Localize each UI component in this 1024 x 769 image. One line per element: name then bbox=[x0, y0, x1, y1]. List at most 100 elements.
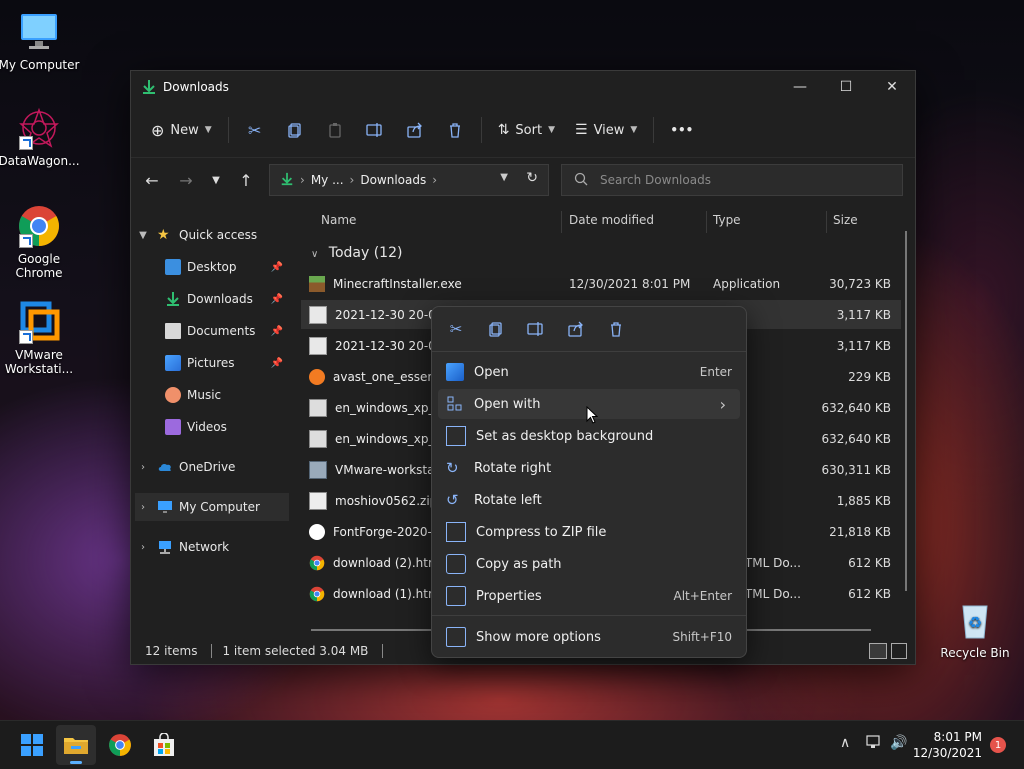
start-button[interactable] bbox=[12, 725, 52, 765]
delete-button[interactable] bbox=[596, 309, 636, 349]
zip-file-icon bbox=[309, 491, 327, 510]
desktop-icon-recycle-bin[interactable]: ♻ Recycle Bin bbox=[932, 598, 1018, 660]
recent-locations-button[interactable]: ▼ bbox=[203, 164, 229, 196]
chevron-down-icon: ▼ bbox=[212, 174, 220, 186]
menu-item-label: Set as desktop background bbox=[476, 428, 654, 444]
chevron-right-icon[interactable]: › bbox=[135, 462, 151, 473]
share-button[interactable] bbox=[395, 112, 435, 148]
maximize-button[interactable]: ☐ bbox=[823, 71, 869, 103]
back-button[interactable]: ← bbox=[135, 164, 169, 196]
delete-button[interactable] bbox=[435, 112, 475, 148]
column-header-date-modified[interactable]: Date modified bbox=[569, 213, 654, 227]
menu-item-set-as-desktop-background[interactable]: Set as desktop background bbox=[438, 421, 740, 451]
taskbar-chrome[interactable] bbox=[100, 725, 140, 765]
file-size: 612 KB bbox=[848, 586, 891, 601]
sidebar-item-my-computer[interactable]: › My Computer bbox=[135, 493, 289, 521]
minimize-button[interactable]: — bbox=[777, 71, 823, 103]
menu-item-label: Rotate left bbox=[474, 492, 542, 508]
menu-item-rotate-right[interactable]: ↻ Rotate right bbox=[438, 453, 740, 483]
forward-button[interactable]: → bbox=[169, 164, 203, 196]
column-divider[interactable] bbox=[706, 211, 707, 233]
column-header-size[interactable]: Size bbox=[833, 213, 858, 227]
desktop-icon-label: My Computer bbox=[0, 58, 80, 72]
details-view-button[interactable] bbox=[869, 643, 887, 659]
column-header-type[interactable]: Type bbox=[713, 213, 741, 227]
column-header-name[interactable]: Name bbox=[321, 213, 356, 227]
large-icons-view-button[interactable] bbox=[891, 643, 907, 659]
new-button[interactable]: ⊕ New ▼ bbox=[141, 112, 222, 148]
search-box[interactable] bbox=[561, 164, 903, 196]
network-tray-icon[interactable] bbox=[866, 735, 882, 753]
menu-item-properties[interactable]: Properties Alt+Enter bbox=[438, 581, 740, 611]
chrome-icon bbox=[309, 555, 325, 571]
address-bar[interactable]: › My ... › Downloads › ▼ ↻ bbox=[269, 164, 549, 196]
rename-button[interactable] bbox=[516, 309, 556, 349]
paste-button[interactable] bbox=[315, 112, 355, 148]
view-button[interactable]: ☰ View ▼ bbox=[565, 112, 647, 148]
cut-button[interactable]: ✂ bbox=[436, 309, 476, 349]
pin-icon[interactable]: 📌 bbox=[271, 294, 283, 305]
title-bar[interactable]: Downloads — ☐ ✕ bbox=[131, 71, 915, 103]
menu-item-label: Show more options bbox=[476, 629, 601, 645]
breadcrumb-downloads[interactable]: Downloads bbox=[360, 173, 426, 187]
pin-icon[interactable]: 📌 bbox=[271, 326, 283, 337]
breadcrumb-separator-icon: › bbox=[349, 173, 355, 187]
menu-item-rotate-left[interactable]: ↺ Rotate left bbox=[438, 485, 740, 515]
desktop-icon-datawagon[interactable]: DataWagon... bbox=[0, 106, 82, 168]
desktop-icon-google-chrome[interactable]: Google Chrome bbox=[0, 204, 82, 280]
more-options-icon bbox=[446, 627, 466, 647]
file-row[interactable]: MinecraftInstaller.exe 12/30/2021 8:01 P… bbox=[301, 269, 901, 298]
breadcrumb-my-computer[interactable]: My ... bbox=[311, 173, 344, 187]
show-hidden-icons-chevron-up-icon[interactable]: ∧ bbox=[840, 735, 850, 751]
sidebar-item-network[interactable]: › Network bbox=[135, 533, 289, 561]
desktop-icon-vmware[interactable]: VMware Workstati... bbox=[0, 300, 82, 376]
pin-icon[interactable]: 📌 bbox=[271, 358, 283, 369]
view-label: View bbox=[593, 122, 625, 138]
rename-button[interactable] bbox=[355, 112, 395, 148]
menu-item-compress-to-zip[interactable]: Compress to ZIP file bbox=[438, 517, 740, 547]
copy-button[interactable] bbox=[476, 309, 516, 349]
search-input[interactable] bbox=[598, 172, 892, 188]
avast-icon bbox=[309, 368, 325, 385]
sidebar-item-label: Downloads bbox=[187, 292, 253, 306]
copy-button[interactable] bbox=[275, 112, 315, 148]
system-clock[interactable]: 8:01 PM 12/30/2021 bbox=[913, 729, 982, 761]
shortcut-arrow-icon bbox=[19, 234, 33, 248]
close-button[interactable]: ✕ bbox=[869, 71, 915, 103]
chevron-down-icon: ▼ bbox=[548, 125, 555, 135]
taskbar-microsoft-store[interactable] bbox=[144, 725, 184, 765]
share-button[interactable] bbox=[556, 309, 596, 349]
menu-item-show-more-options[interactable]: Show more options Shift+F10 bbox=[438, 622, 740, 652]
clock-time: 8:01 PM bbox=[933, 730, 982, 744]
menu-item-copy-as-path[interactable]: Copy as path bbox=[438, 549, 740, 579]
sidebar-item-label: Desktop bbox=[187, 260, 237, 274]
notification-badge[interactable]: 1 bbox=[990, 737, 1006, 753]
cut-button[interactable]: ✂ bbox=[235, 112, 275, 148]
menu-item-shortcut: Shift+F10 bbox=[672, 630, 732, 644]
pin-icon[interactable]: 📌 bbox=[271, 262, 283, 273]
sort-button[interactable]: ⇅ Sort ▼ bbox=[488, 112, 565, 148]
refresh-icon[interactable]: ↻ bbox=[526, 170, 538, 186]
address-dropdown-icon[interactable]: ▼ bbox=[500, 172, 508, 183]
chevron-down-icon[interactable]: ▼ bbox=[135, 230, 151, 241]
chevron-right-icon[interactable]: › bbox=[135, 502, 151, 513]
volume-speaker-icon[interactable]: 🔊 bbox=[890, 735, 907, 751]
vertical-scrollbar[interactable] bbox=[905, 231, 907, 591]
sidebar-item-onedrive[interactable]: › OneDrive bbox=[135, 453, 289, 481]
group-header-today[interactable]: ∨ Today (12) bbox=[311, 245, 402, 261]
column-divider[interactable] bbox=[561, 211, 562, 233]
taskbar-file-explorer[interactable] bbox=[56, 725, 96, 765]
store-bag-icon bbox=[154, 733, 174, 756]
cloud-icon bbox=[157, 459, 173, 475]
more-options-button[interactable]: ••• bbox=[660, 112, 703, 148]
arrow-left-icon: ← bbox=[145, 170, 159, 190]
menu-item-open[interactable]: Open Enter bbox=[438, 357, 740, 387]
desktop-icon-my-computer[interactable]: My Computer bbox=[0, 10, 82, 72]
column-divider[interactable] bbox=[826, 211, 827, 233]
chevron-down-icon: ▼ bbox=[204, 125, 212, 135]
up-button[interactable]: ↑ bbox=[229, 164, 263, 196]
breadcrumb-separator-icon: › bbox=[432, 173, 438, 187]
clock-date: 12/30/2021 bbox=[912, 746, 982, 760]
chevron-right-icon[interactable]: › bbox=[135, 542, 151, 553]
sidebar-item-quick-access[interactable]: ▼ ★ Quick access bbox=[135, 221, 289, 249]
